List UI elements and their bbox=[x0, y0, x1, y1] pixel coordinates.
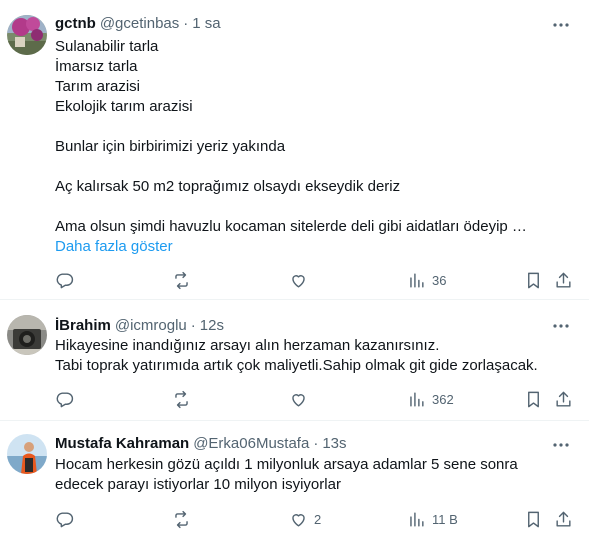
heart-icon bbox=[292, 393, 305, 407]
tweet-text: Hikayesine inandığınız arsayı alın herza… bbox=[55, 336, 575, 376]
display-name[interactable]: gctnb bbox=[55, 14, 96, 34]
reply-button[interactable] bbox=[55, 508, 74, 530]
views-count: 11 B bbox=[432, 511, 458, 527]
avatar[interactable] bbox=[7, 434, 47, 474]
reply-icon bbox=[56, 272, 74, 288]
show-more-link[interactable]: Daha fazla göster bbox=[55, 237, 575, 257]
tweet[interactable]: gctnb @gcetinbas · 1 sa Sulanabilir tarl… bbox=[0, 0, 589, 300]
retweet-button[interactable] bbox=[172, 508, 191, 530]
share-icon bbox=[556, 272, 571, 288]
reply-button[interactable] bbox=[55, 269, 74, 291]
views-icon bbox=[410, 511, 424, 527]
share-button[interactable] bbox=[554, 508, 573, 530]
tweet-text: Hocam herkesin gözü açıldı 1 milyonluk a… bbox=[55, 455, 575, 495]
bookmark-button[interactable] bbox=[524, 269, 543, 291]
bookmark-icon bbox=[528, 391, 539, 407]
tweet-text-line: Ama olsun şimdi havuzlu kocaman sitelerd… bbox=[55, 218, 527, 235]
tweet-text-line: Sulanabilir tarla bbox=[55, 38, 159, 55]
retweet-button[interactable] bbox=[172, 269, 191, 291]
tweet-text-line: Bunlar için birbirimizi yeriz yakında bbox=[55, 138, 286, 155]
heart-icon bbox=[292, 513, 305, 527]
likes-count: 2 bbox=[314, 511, 322, 527]
avatar[interactable] bbox=[7, 15, 47, 55]
share-icon bbox=[556, 511, 571, 527]
bookmark-icon bbox=[528, 511, 539, 527]
share-button[interactable] bbox=[554, 388, 573, 410]
tweet-actions: 362 bbox=[55, 388, 575, 410]
display-name[interactable]: İBrahim bbox=[55, 316, 111, 336]
avatar[interactable] bbox=[7, 315, 47, 355]
reply-icon bbox=[56, 511, 74, 527]
tweet-header: Mustafa Kahraman @Erka06Mustafa · 13s bbox=[55, 434, 347, 454]
separator-dot: · bbox=[190, 317, 196, 334]
more-icon[interactable] bbox=[551, 15, 571, 35]
share-button[interactable] bbox=[554, 269, 573, 291]
tweet-actions: 36 bbox=[55, 269, 575, 291]
timestamp[interactable]: 1 sa bbox=[192, 14, 220, 34]
tweet-text-line: Hocam herkesin gözü açıldı 1 milyonluk a… bbox=[55, 456, 518, 473]
heart-icon bbox=[292, 274, 305, 288]
views-icon bbox=[410, 391, 424, 407]
bookmark-button[interactable] bbox=[524, 508, 543, 530]
tweet-text-line bbox=[55, 197, 575, 217]
tweet-text-line bbox=[55, 157, 575, 177]
tweet-text-line: Tabi toprak yatırımıda artık çok maliyet… bbox=[55, 357, 538, 374]
tweet-header: İBrahim @icmroglu · 12s bbox=[55, 316, 224, 336]
tweet[interactable]: İBrahim @icmroglu · 12s Hikayesine inand… bbox=[0, 301, 589, 421]
share-icon bbox=[556, 391, 571, 407]
like-button[interactable]: 2 bbox=[289, 508, 321, 530]
like-button[interactable] bbox=[289, 388, 308, 410]
views-count: 36 bbox=[432, 272, 447, 288]
reply-button[interactable] bbox=[55, 388, 74, 410]
views-button[interactable]: 362 bbox=[407, 388, 454, 410]
tweet-text-line: Hikayesine inandığınız arsayı alın herza… bbox=[55, 337, 440, 354]
retweet-button[interactable] bbox=[172, 388, 191, 410]
more-icon[interactable] bbox=[551, 435, 571, 455]
views-button[interactable]: 11 B bbox=[407, 508, 458, 530]
tweet-text-line bbox=[55, 117, 575, 137]
bookmark-button[interactable] bbox=[524, 388, 543, 410]
views-count: 362 bbox=[432, 391, 454, 407]
separator-dot: · bbox=[313, 435, 319, 452]
reply-icon bbox=[56, 391, 74, 407]
tweet[interactable]: Mustafa Kahraman @Erka06Mustafa · 13s Ho… bbox=[0, 422, 589, 545]
views-icon bbox=[410, 272, 424, 288]
separator-dot: · bbox=[183, 15, 189, 32]
tweet-header: gctnb @gcetinbas · 1 sa bbox=[55, 14, 221, 34]
views-button[interactable]: 36 bbox=[407, 269, 446, 291]
like-button[interactable] bbox=[289, 269, 308, 291]
retweet-icon bbox=[175, 510, 188, 528]
bookmark-icon bbox=[528, 272, 539, 288]
user-handle[interactable]: @gcetinbas bbox=[100, 14, 179, 34]
tweet-text-line: edecek parayı istiyorlar 10 milyon isyiy… bbox=[55, 476, 341, 493]
display-name[interactable]: Mustafa Kahraman bbox=[55, 434, 189, 454]
tweet-text-line: Ekolojik tarım arazisi bbox=[55, 98, 193, 115]
tweet-text-line: Tarım arazisi bbox=[55, 78, 141, 95]
user-handle[interactable]: @icmroglu bbox=[115, 316, 187, 336]
tweet-text: Sulanabilir tarla İmarsız tarla Tarım ar… bbox=[55, 37, 575, 257]
timestamp[interactable]: 13s bbox=[322, 434, 346, 454]
user-handle[interactable]: @Erka06Mustafa bbox=[193, 434, 309, 454]
tweet-text-line: İmarsız tarla bbox=[55, 58, 138, 75]
retweet-icon bbox=[175, 271, 188, 289]
tweet-text-line: Aç kalırsak 50 m2 toprağımız olsaydı eks… bbox=[55, 178, 401, 195]
timestamp[interactable]: 12s bbox=[200, 316, 224, 336]
more-icon[interactable] bbox=[551, 316, 571, 336]
tweet-actions: 2 11 B bbox=[55, 508, 575, 530]
retweet-icon bbox=[175, 390, 188, 408]
